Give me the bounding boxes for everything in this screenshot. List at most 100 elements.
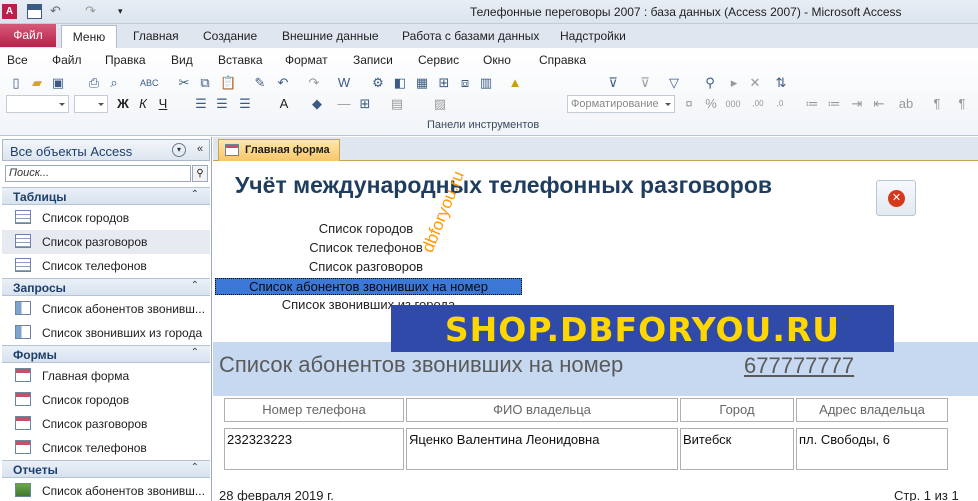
menu-window[interactable]: Окно [483,53,511,67]
format-combo[interactable]: Форматирование [567,95,675,113]
italic-icon[interactable]: К [135,96,151,112]
redo-icon[interactable]: ↷ [85,4,100,19]
menu-help[interactable]: Справка [539,53,586,67]
relationships-icon[interactable]: ⊞ [436,75,452,91]
tab-addins[interactable]: Надстройки [560,29,626,43]
link-subscribers-by-number[interactable]: Список абонентов звонивших на номер [215,279,522,294]
copy-icon[interactable]: ⧉ [197,75,213,91]
nav-menu-icon[interactable]: ▾ [172,143,186,157]
new-record-icon[interactable]: ▸ [726,75,742,91]
tab-menu[interactable]: Меню [61,25,117,49]
increase-decimals-icon[interactable]: ,00 [750,96,766,112]
gridlines-icon[interactable]: ▤ [389,96,405,112]
nav-section-reports[interactable]: Отчеты ⌃ [2,460,210,478]
undo-icon[interactable]: ↶ [275,75,291,91]
align-right-icon[interactable]: ☰ [237,96,253,112]
nav-item-query[interactable]: Список абонентов звонивш... [2,297,210,321]
new-object-icon[interactable]: ⧈ [457,75,473,91]
properties-icon[interactable]: ▦ [414,75,430,91]
menu-edit[interactable]: Правка [105,53,146,67]
nav-collapse-icon[interactable]: « [193,143,207,157]
tab-main-form[interactable]: Главная форма [218,139,340,161]
menu-file[interactable]: Файл [52,53,82,67]
save-icon[interactable]: ▣ [50,75,66,91]
apply-filter-icon[interactable]: ▽ [666,75,682,91]
print-icon[interactable]: ⎙ [86,75,102,91]
underline-icon[interactable]: Ч [155,96,171,112]
nav-section-tables[interactable]: Таблицы ⌃ [2,187,210,205]
decrease-decimals-icon[interactable]: ,0 [772,96,788,112]
nav-item-label: Главная форма [42,369,130,383]
nav-item-form[interactable]: Главная форма [2,364,210,388]
align-left-icon[interactable]: ☰ [193,96,209,112]
close-form-button[interactable]: ✕ [876,180,916,216]
redo-icon[interactable]: ↷ [306,75,322,91]
search-icon[interactable]: ⚲ [192,165,208,182]
cut-icon[interactable]: ✂ [176,75,192,91]
filter-by-form-icon[interactable]: ⊽ [637,75,653,91]
toolbar-group-label: Панели инструментов [427,119,540,131]
analyze-icon[interactable]: ⚙ [370,75,386,91]
align-center-icon[interactable]: ☰ [214,96,230,112]
nav-item-query[interactable]: Список звонивших из города [2,321,210,345]
nav-pane-header[interactable]: Все объекты Access ▾ « [2,139,210,161]
nav-item-form[interactable]: Список городов [2,388,210,412]
tab-create[interactable]: Создание [203,29,257,43]
undo-icon[interactable]: ↶ [50,4,65,19]
menu-records[interactable]: Записи [353,53,393,67]
nav-item-table[interactable]: Список городов [2,206,210,230]
save-icon[interactable] [27,4,42,19]
text-direction-icon[interactable]: ab [898,96,914,112]
numbering-icon[interactable]: ≔ [826,96,842,112]
tab-home[interactable]: Главная [133,29,179,43]
fill-color-icon[interactable]: ◆ [309,96,325,112]
nav-section-forms[interactable]: Формы ⌃ [2,345,210,363]
font-size-combo[interactable] [74,95,108,113]
menu-format[interactable]: Формат [285,53,328,67]
outdent-icon[interactable]: ⇤ [871,96,887,112]
paste-icon[interactable]: 📋 [220,75,236,91]
nav-item-form[interactable]: Список телефонов [2,436,210,460]
menu-insert[interactable]: Вставка [218,53,263,67]
database-window-icon[interactable]: ▥ [478,75,494,91]
rtl-icon[interactable]: ¶ [954,96,970,112]
chart-icon[interactable]: ▲ [507,75,523,91]
font-name-combo[interactable] [6,95,69,113]
find-icon[interactable]: ⚲ [702,75,718,91]
nav-item-table[interactable]: Список разговоров [2,230,210,254]
open-folder-icon[interactable]: ▰ [29,75,45,91]
bullets-icon[interactable]: ≔ [804,96,820,112]
filter-by-selection-icon[interactable]: ⊽ [605,75,621,91]
format-painter-icon[interactable]: ✎ [252,75,268,91]
currency-icon[interactable]: ¤ [681,96,697,112]
font-color-icon[interactable]: A [276,96,292,112]
line-color-icon[interactable]: — [336,96,352,112]
print-preview-icon[interactable]: ⌕ [106,75,122,91]
nav-item-report[interactable]: Список абонентов звонивш... [2,479,210,501]
menu-tools[interactable]: Сервис [418,53,459,67]
indent-icon[interactable]: ⇥ [849,96,865,112]
menu-view[interactable]: Вид [171,53,193,67]
tab-database-tools[interactable]: Работа с базами данных [402,29,539,43]
special-effect-icon[interactable]: ▨ [432,96,448,112]
spellcheck-icon[interactable]: ABC [140,75,159,91]
menu-all[interactable]: Все [7,53,28,67]
thousands-icon[interactable]: 000 [725,96,741,112]
borders-icon[interactable]: ⊞ [357,96,373,112]
nav-item-form[interactable]: Список разговоров [2,412,210,436]
nav-item-table[interactable]: Список телефонов [2,254,210,278]
bold-icon[interactable]: Ж [115,96,131,112]
nav-search-input[interactable]: Поиск... [5,165,191,182]
code-icon[interactable]: ◧ [392,75,408,91]
delete-record-icon[interactable]: ✕ [747,75,763,91]
customize-qat-icon[interactable]: ▾ [118,4,133,19]
nav-section-queries[interactable]: Запросы ⌃ [2,278,210,296]
percent-icon[interactable]: % [703,96,719,112]
new-file-icon[interactable]: ▯ [8,75,24,91]
sort-icon[interactable]: ⇅ [773,75,789,91]
link-calls[interactable]: Список разговоров [280,259,452,274]
office-links-icon[interactable]: W [336,75,352,91]
tab-file[interactable]: Файл [0,24,56,47]
tab-external-data[interactable]: Внешние данные [282,29,379,43]
ltr-icon[interactable]: ¶ [929,96,945,112]
